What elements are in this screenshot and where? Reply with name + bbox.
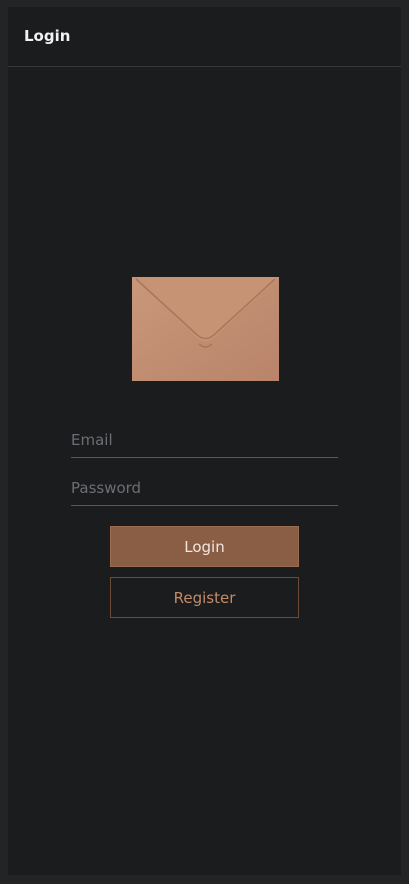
password-field[interactable] (71, 470, 338, 506)
page-title: Login (24, 27, 71, 45)
login-button-label: Login (184, 537, 225, 556)
email-field[interactable] (71, 422, 338, 458)
register-button[interactable]: Register (110, 577, 299, 618)
header-bar: Login (8, 7, 401, 67)
envelope-image (132, 277, 279, 381)
register-button-label: Register (173, 588, 236, 607)
app-window: Login Login Register (8, 7, 401, 875)
login-button[interactable]: Login (110, 526, 299, 567)
